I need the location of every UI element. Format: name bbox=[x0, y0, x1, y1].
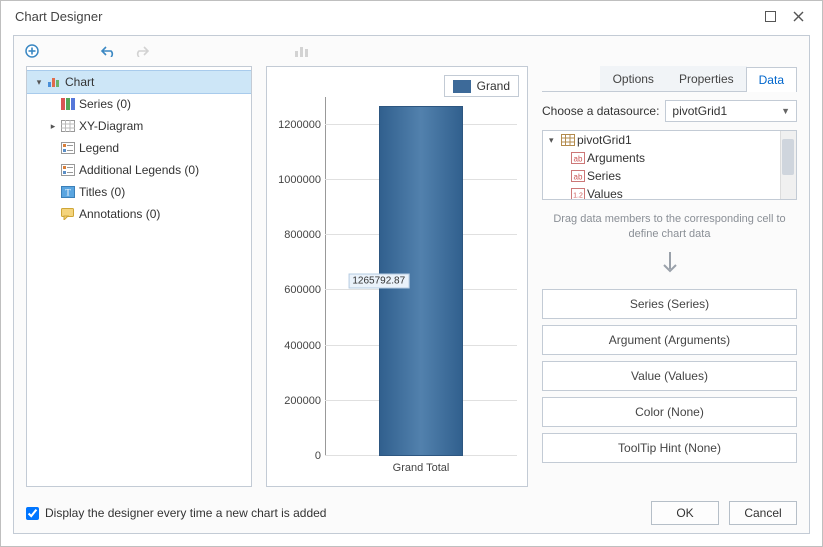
undo-button[interactable] bbox=[98, 41, 118, 61]
ds-child[interactable]: abArguments bbox=[543, 149, 796, 167]
tree-item-3[interactable]: Legend bbox=[27, 137, 251, 159]
tree-item-6[interactable]: Annotations (0) bbox=[27, 203, 251, 225]
datasource-tree[interactable]: ▾ pivotGrid1 abArgumentsabSeries1.2Value… bbox=[542, 130, 797, 200]
maximize-button[interactable] bbox=[756, 6, 784, 26]
tree-item-2[interactable]: ▸XY-Diagram bbox=[27, 115, 251, 137]
y-tick-label: 800000 bbox=[271, 229, 325, 241]
legend-swatch bbox=[453, 80, 471, 93]
redo-button[interactable] bbox=[132, 41, 152, 61]
scrollbar[interactable] bbox=[780, 131, 796, 199]
tree-item-5[interactable]: TTitles (0) bbox=[27, 181, 251, 203]
ds-child[interactable]: abSeries bbox=[543, 167, 796, 185]
tab-data[interactable]: Data bbox=[746, 67, 797, 92]
y-axis bbox=[325, 97, 326, 456]
annotation-icon bbox=[59, 208, 77, 220]
tree-item-4[interactable]: Additional Legends (0) bbox=[27, 159, 251, 181]
tree-item-0[interactable]: ▾Chart bbox=[27, 71, 251, 93]
checkbox-label: Display the designer every time a new ch… bbox=[45, 506, 326, 520]
legend-label: Grand bbox=[477, 79, 510, 93]
y-tick-label: 0 bbox=[271, 450, 325, 462]
ab-icon: ab bbox=[569, 170, 587, 182]
datasource-combo[interactable]: pivotGrid1 ▼ bbox=[665, 100, 797, 122]
scroll-thumb[interactable] bbox=[782, 139, 794, 175]
chart-template-button[interactable] bbox=[292, 41, 312, 61]
ds-root-label: pivotGrid1 bbox=[577, 133, 632, 147]
svg-text:T: T bbox=[65, 188, 71, 198]
grid-icon bbox=[59, 120, 77, 132]
drop-cell[interactable]: ToolTip Hint (None) bbox=[542, 433, 797, 463]
series-icon bbox=[59, 98, 77, 110]
x-category-label: Grand Total bbox=[325, 456, 517, 474]
tab-bar: OptionsPropertiesData bbox=[542, 66, 797, 92]
y-tick-label: 600000 bbox=[271, 284, 325, 296]
svg-text:ab: ab bbox=[574, 155, 583, 164]
svg-text:1.2: 1.2 bbox=[573, 193, 583, 200]
drop-cell[interactable]: Series (Series) bbox=[542, 289, 797, 319]
tree-item-1[interactable]: Series (0) bbox=[27, 93, 251, 115]
titlebar: Chart Designer bbox=[1, 1, 822, 31]
y-tick-label: 1200000 bbox=[271, 119, 325, 131]
drop-cell[interactable]: Color (None) bbox=[542, 397, 797, 427]
cancel-button[interactable]: Cancel bbox=[729, 501, 797, 525]
ok-button[interactable]: OK bbox=[651, 501, 719, 525]
datasource-value: pivotGrid1 bbox=[672, 104, 727, 118]
data-hint: Drag data members to the corresponding c… bbox=[542, 208, 797, 243]
chart-designer-window: Chart Designer ▾ChartSer bbox=[0, 0, 823, 547]
num-icon: 1.2 bbox=[569, 188, 587, 200]
drop-cell[interactable]: Argument (Arguments) bbox=[542, 325, 797, 355]
footer: Display the designer every time a new ch… bbox=[14, 493, 809, 533]
checkbox-input[interactable] bbox=[26, 507, 39, 520]
main-area: ▾ChartSeries (0)▸XY-DiagramLegendAdditio… bbox=[14, 66, 809, 493]
y-tick-label: 400000 bbox=[271, 340, 325, 352]
tab-properties[interactable]: Properties bbox=[666, 66, 747, 91]
y-tick-label: 1000000 bbox=[271, 174, 325, 186]
title-icon: T bbox=[59, 186, 77, 198]
chart-structure-tree[interactable]: ▾ChartSeries (0)▸XY-DiagramLegendAdditio… bbox=[26, 66, 252, 487]
ds-child[interactable]: 1.2Values bbox=[543, 185, 796, 200]
display-designer-checkbox[interactable]: Display the designer every time a new ch… bbox=[26, 506, 326, 520]
close-button[interactable] bbox=[784, 6, 812, 26]
legend: Grand bbox=[444, 75, 519, 97]
svg-text:ab: ab bbox=[574, 173, 583, 182]
arrow-down-icon bbox=[542, 251, 797, 281]
plot-area: 0200000400000600000800000100000012000001… bbox=[325, 97, 517, 456]
tab-options[interactable]: Options bbox=[600, 66, 667, 91]
ab-icon: ab bbox=[569, 152, 587, 164]
drop-cell[interactable]: Value (Values) bbox=[542, 361, 797, 391]
value-label: 1265792.87 bbox=[348, 274, 409, 289]
drop-cells: Series (Series) Argument (Arguments) Value… bbox=[542, 289, 797, 463]
content-area: ▾ChartSeries (0)▸XY-DiagramLegendAdditio… bbox=[13, 35, 810, 534]
toolbar bbox=[14, 36, 809, 66]
chart-icon bbox=[45, 76, 63, 88]
table-icon bbox=[559, 134, 577, 146]
chevron-down-icon: ▼ bbox=[781, 106, 790, 116]
add-button[interactable] bbox=[22, 41, 42, 61]
y-tick-label: 200000 bbox=[271, 395, 325, 407]
window-title: Chart Designer bbox=[15, 9, 756, 24]
datasource-label: Choose a datasource: bbox=[542, 104, 659, 118]
legend-icon bbox=[59, 164, 77, 176]
right-panel: OptionsPropertiesData Choose a datasourc… bbox=[542, 66, 797, 487]
legend-icon bbox=[59, 142, 77, 154]
chart-preview: Grand 0200000400000600000800000100000012… bbox=[266, 66, 528, 487]
